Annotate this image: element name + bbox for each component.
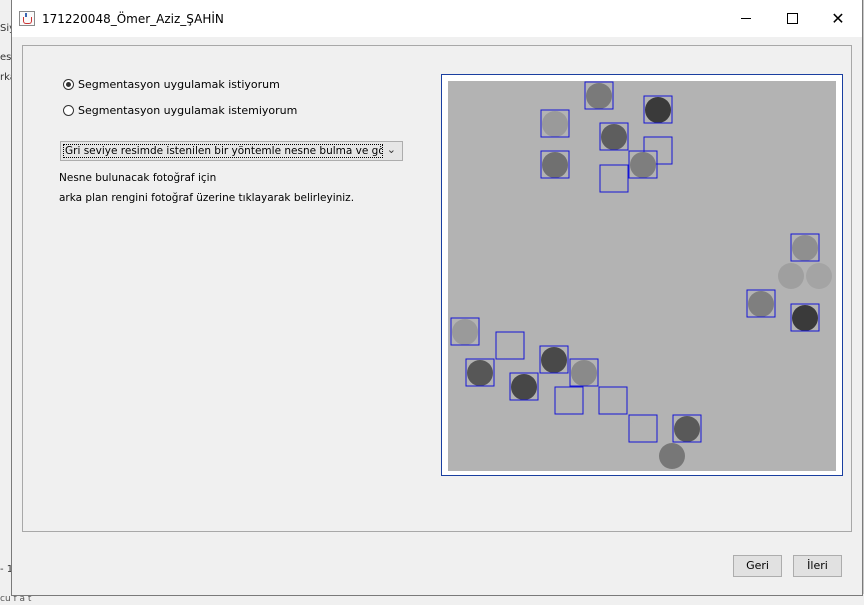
method-select-value: Gri seviye resimde istenilen bir yönteml… — [63, 144, 383, 158]
detected-object — [497, 333, 523, 359]
detected-object — [630, 416, 656, 442]
radio-segmentation-yes[interactable]: Segmentasyon uygulamak istiyorum — [63, 78, 280, 91]
detected-object — [601, 166, 627, 192]
method-select[interactable]: Gri seviye resimde istenilen bir yönteml… — [60, 141, 403, 161]
minimize-button[interactable] — [723, 0, 769, 37]
detected-object — [571, 360, 597, 386]
detected-object — [586, 83, 612, 109]
detected-object — [630, 152, 656, 178]
detected-object — [542, 152, 568, 178]
minimize-icon — [741, 18, 751, 19]
window-title: 171220048_Ömer_Aziz_ŞAHİN — [42, 12, 224, 26]
title-bar[interactable]: 171220048_Ömer_Aziz_ŞAHİN ✕ — [12, 0, 862, 37]
maximize-button[interactable] — [769, 0, 815, 37]
detected-object — [541, 347, 567, 373]
detected-object — [778, 263, 804, 289]
radio-button-unchecked[interactable] — [63, 105, 74, 116]
background-text: es — [0, 52, 12, 63]
detected-object — [600, 388, 626, 414]
close-icon: ✕ — [831, 8, 845, 28]
detected-object — [452, 319, 478, 345]
detected-object — [748, 291, 774, 317]
radio-button-checked[interactable] — [63, 79, 74, 90]
detected-object — [645, 97, 671, 123]
close-button[interactable]: ✕ — [815, 0, 861, 37]
radio-label: Segmentasyon uygulamak istemiyorum — [78, 104, 298, 117]
detected-object — [792, 235, 818, 261]
maximize-icon — [786, 13, 798, 24]
detected-object — [542, 111, 568, 137]
detected-object — [674, 416, 700, 442]
detected-object — [806, 263, 832, 289]
image-background[interactable] — [448, 81, 836, 471]
instruction-line-2: arka plan rengini fotoğraf üzerine tıkla… — [59, 192, 355, 204]
segmented-image[interactable] — [442, 75, 842, 475]
detected-object — [601, 124, 627, 150]
radio-segmentation-no[interactable]: Segmentasyon uygulamak istemiyorum — [63, 104, 297, 117]
instruction-line-1: Nesne bulunacak fotoğraf için — [59, 172, 217, 184]
dialog-window: 171220048_Ömer_Aziz_ŞAHİN ✕ Segmentasyon… — [11, 0, 863, 596]
chevron-down-icon[interactable]: ⌄ — [387, 143, 396, 156]
main-panel: Segmentasyon uygulamak istiyorum Segment… — [22, 45, 852, 532]
image-canvas[interactable] — [441, 74, 843, 476]
detected-object — [659, 443, 685, 469]
java-app-icon — [19, 11, 35, 26]
detected-object — [556, 388, 582, 414]
back-button[interactable]: Geri — [733, 555, 782, 577]
detected-object — [511, 374, 537, 400]
next-button[interactable]: İleri — [793, 555, 842, 577]
detected-object — [467, 360, 493, 386]
radio-label: Segmentasyon uygulamak istiyorum — [78, 78, 280, 91]
detected-object — [792, 305, 818, 331]
